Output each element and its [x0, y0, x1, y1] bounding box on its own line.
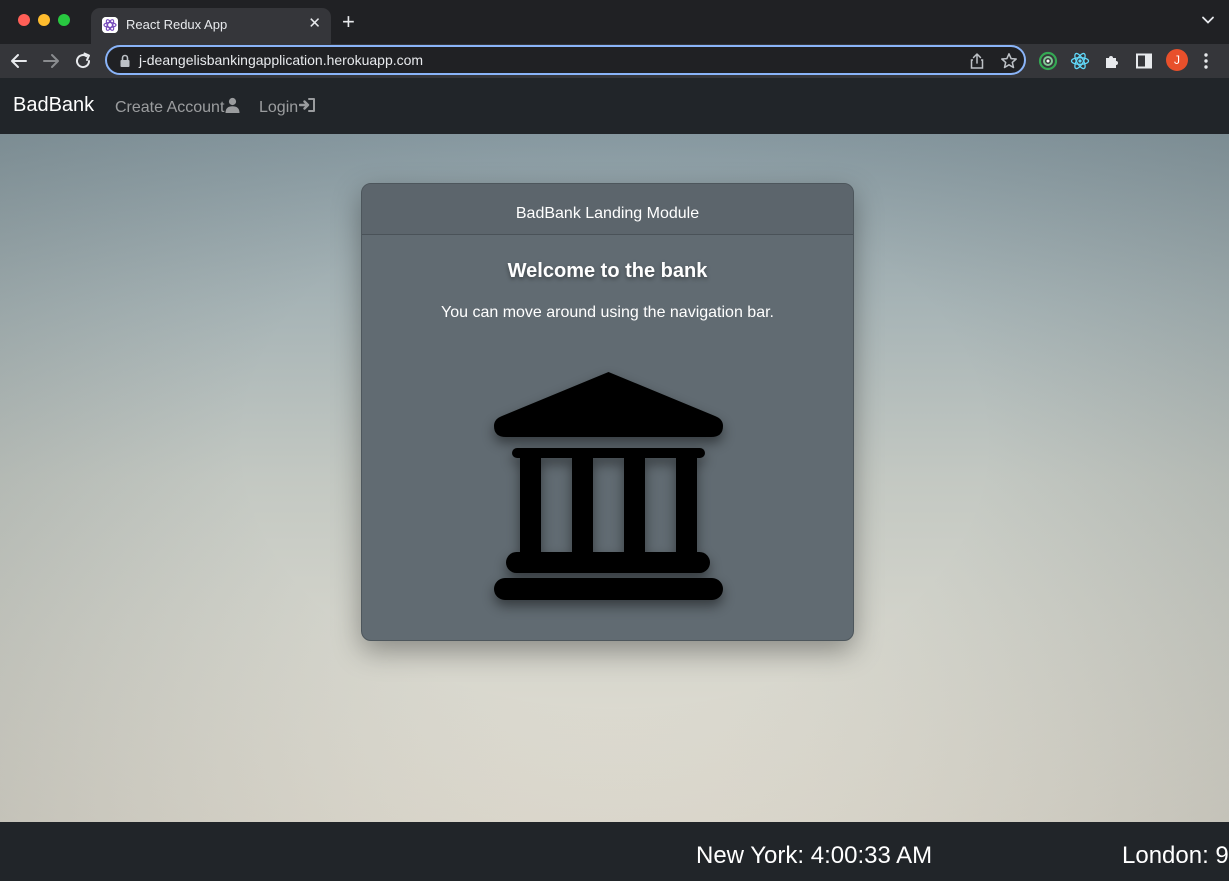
- world-clock-footer: New York: 4:00:33 AM London: 9:: [0, 822, 1229, 881]
- nav-create-account[interactable]: Create Account: [115, 97, 240, 118]
- maximize-window-button[interactable]: [58, 14, 70, 26]
- back-arrow-icon[interactable]: [7, 49, 31, 73]
- profile-avatar[interactable]: J: [1166, 49, 1188, 71]
- page-background: BadBank Landing Module Welcome to the ba…: [0, 134, 1229, 822]
- card-title: Welcome to the bank: [507, 260, 708, 282]
- browser-tab-active[interactable]: React Redux App ✕: [91, 8, 331, 44]
- nav-create-account-label: Create Account: [115, 98, 225, 116]
- card-text: You can move around using the navigation…: [441, 304, 774, 321]
- reload-icon[interactable]: [71, 49, 95, 73]
- minimize-window-button[interactable]: [38, 14, 50, 26]
- browser-tab-strip: React Redux App ✕ +: [0, 0, 1229, 44]
- user-icon: [224, 97, 240, 118]
- close-window-button[interactable]: [18, 14, 30, 26]
- nav-login[interactable]: Login: [259, 97, 316, 118]
- card-header: BadBank Landing Module: [362, 184, 853, 235]
- app-navbar: BadBank Create Account Login: [0, 78, 1229, 134]
- clock-new-york: New York: 4:00:33 AM: [696, 842, 933, 869]
- lock-icon[interactable]: [119, 54, 131, 73]
- bookmark-star-icon[interactable]: [1000, 52, 1018, 75]
- side-panel-icon[interactable]: [1133, 50, 1155, 72]
- browser-menu-icon[interactable]: [1203, 52, 1209, 75]
- login-icon: [298, 97, 316, 118]
- tab-title: React Redux App: [126, 17, 228, 32]
- tab-search-chevron-icon[interactable]: [1201, 13, 1215, 32]
- extension-target-icon[interactable]: [1037, 50, 1059, 72]
- bank-building-icon: [493, 370, 724, 602]
- address-bar[interactable]: j-deangelisbankingapplication.herokuapp.…: [105, 45, 1026, 75]
- browser-toolbar: j-deangelisbankingapplication.herokuapp.…: [0, 44, 1229, 78]
- tab-close-icon[interactable]: ✕: [308, 15, 321, 33]
- react-favicon-icon: [102, 17, 118, 33]
- clock-london: London: 9:: [1122, 842, 1229, 869]
- new-tab-icon[interactable]: +: [342, 11, 355, 33]
- react-devtools-icon[interactable]: [1069, 50, 1091, 72]
- extensions-puzzle-icon[interactable]: [1101, 50, 1123, 72]
- share-icon[interactable]: [969, 52, 985, 75]
- nav-login-label: Login: [259, 98, 299, 116]
- navbar-brand[interactable]: BadBank: [13, 94, 94, 117]
- landing-card: BadBank Landing Module Welcome to the ba…: [361, 183, 854, 641]
- forward-arrow-icon[interactable]: [39, 49, 63, 73]
- url-text: j-deangelisbankingapplication.herokuapp.…: [139, 52, 424, 68]
